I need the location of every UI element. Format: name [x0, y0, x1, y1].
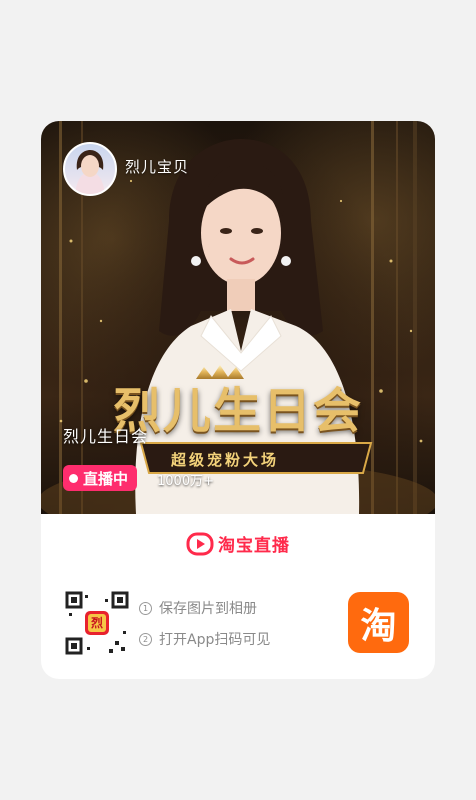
live-title: 烈儿生日会: [63, 427, 149, 446]
viewer-count: 1000万+: [157, 474, 214, 489]
host-avatar[interactable]: [63, 142, 117, 196]
poster-subtitle: 超级宠粉大场: [171, 451, 280, 469]
step-text: 打开App扫码可见: [159, 632, 271, 648]
live-status-label: 直播中: [83, 469, 129, 488]
avatar-portrait: [75, 150, 105, 194]
poster-title-text: 烈儿生日会: [113, 383, 364, 439]
live-dot-icon: [69, 473, 78, 483]
step-save-image: 1 保存图片到相册: [139, 598, 257, 618]
taobao-app-icon[interactable]: 淘: [348, 592, 409, 653]
step-text: 保存图片到相册: [159, 601, 257, 617]
live-status-badge: 直播中: [63, 465, 138, 491]
step-number: 1: [139, 601, 152, 615]
qr-logo-text: 烈: [90, 616, 103, 630]
brand-logo: 淘宝直播: [41, 531, 435, 556]
step-number: 2: [139, 632, 152, 646]
app-icon-glyph: 淘: [360, 605, 397, 647]
live-cover[interactable]: 烈儿生日会 超级宠粉大场 烈儿宝贝 烈儿生日会 直播中 1000万+: [41, 121, 435, 514]
step-scan-code: 2 打开App扫码可见: [139, 629, 270, 649]
qr-code[interactable]: 烈: [65, 591, 129, 655]
live-share-card: 烈儿生日会 超级宠粉大场 烈儿宝贝 烈儿生日会 直播中 1000万+ 淘宝直播: [41, 121, 435, 679]
host-name[interactable]: 烈儿宝贝: [125, 156, 189, 177]
brand-name: 淘宝直播: [218, 536, 290, 556]
play-icon: [186, 532, 214, 555]
